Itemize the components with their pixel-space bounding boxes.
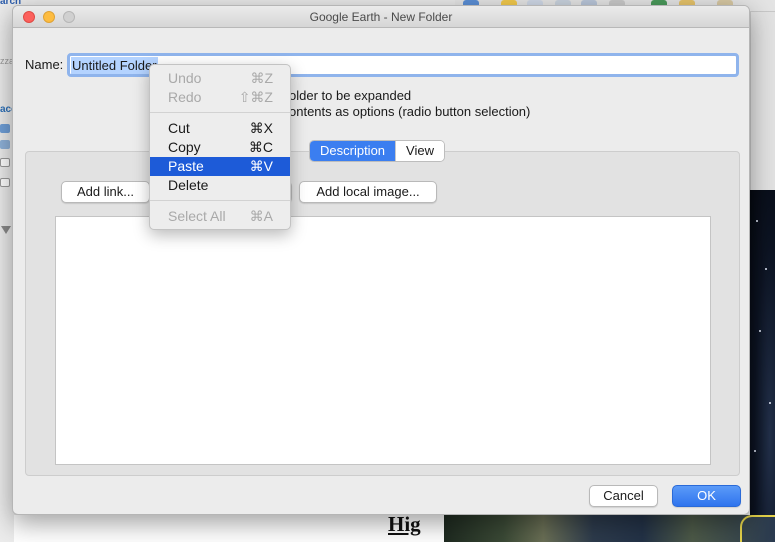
- menu-item-redo: Redo ⇧⌘Z: [168, 89, 273, 105]
- window-title: Google Earth - New Folder: [309, 10, 453, 24]
- title-bar: Google Earth - New Folder: [13, 6, 749, 28]
- tab-view[interactable]: View: [395, 141, 444, 161]
- description-textarea[interactable]: [55, 216, 711, 465]
- new-folder-dialog: Google Earth - New Folder Name: Untitled…: [12, 5, 750, 515]
- tab-description[interactable]: Description: [310, 141, 396, 161]
- menu-item-cut[interactable]: Cut ⌘X: [150, 119, 290, 138]
- add-local-image-button[interactable]: Add local image...: [299, 181, 437, 203]
- edit-context-menu: Undo ⌘Z Redo ⇧⌘Z Cut ⌘X Copy ⌘C Paste ⌘V…: [149, 64, 291, 230]
- menu-separator: [150, 112, 290, 113]
- menu-item-undo: Undo ⌘Z: [168, 70, 273, 86]
- background-panel-edge: [750, 12, 775, 190]
- background-content-area: [14, 515, 444, 542]
- menu-item-copy[interactable]: Copy ⌘C: [150, 138, 290, 157]
- menu-item-delete[interactable]: Delete: [150, 176, 290, 195]
- background-space-view: [750, 190, 775, 542]
- add-link-button[interactable]: Add link...: [61, 181, 150, 203]
- name-label: Name:: [25, 57, 64, 72]
- menu-item-paste[interactable]: Paste ⌘V: [150, 157, 290, 176]
- country-border-line: [740, 515, 775, 542]
- ok-button[interactable]: OK: [672, 485, 741, 507]
- background-earth-imagery: [444, 515, 775, 542]
- checkbox-icon: [0, 178, 10, 187]
- menu-item-select-all: Select All ⌘A: [168, 208, 273, 224]
- checkbox-icon: [0, 158, 10, 167]
- expand-option-text: older to be expanded: [289, 88, 412, 103]
- folder-icon: [0, 140, 10, 149]
- layer-icon: [0, 124, 10, 133]
- cancel-button[interactable]: Cancel: [589, 485, 658, 507]
- collapse-triangle-icon: [1, 226, 11, 234]
- background-heading-fragment: Hig: [388, 512, 421, 536]
- tab-bar: Description View: [309, 140, 445, 162]
- radio-option-text: ontents as options (radio button selecti…: [289, 104, 531, 119]
- menu-separator: [150, 200, 290, 201]
